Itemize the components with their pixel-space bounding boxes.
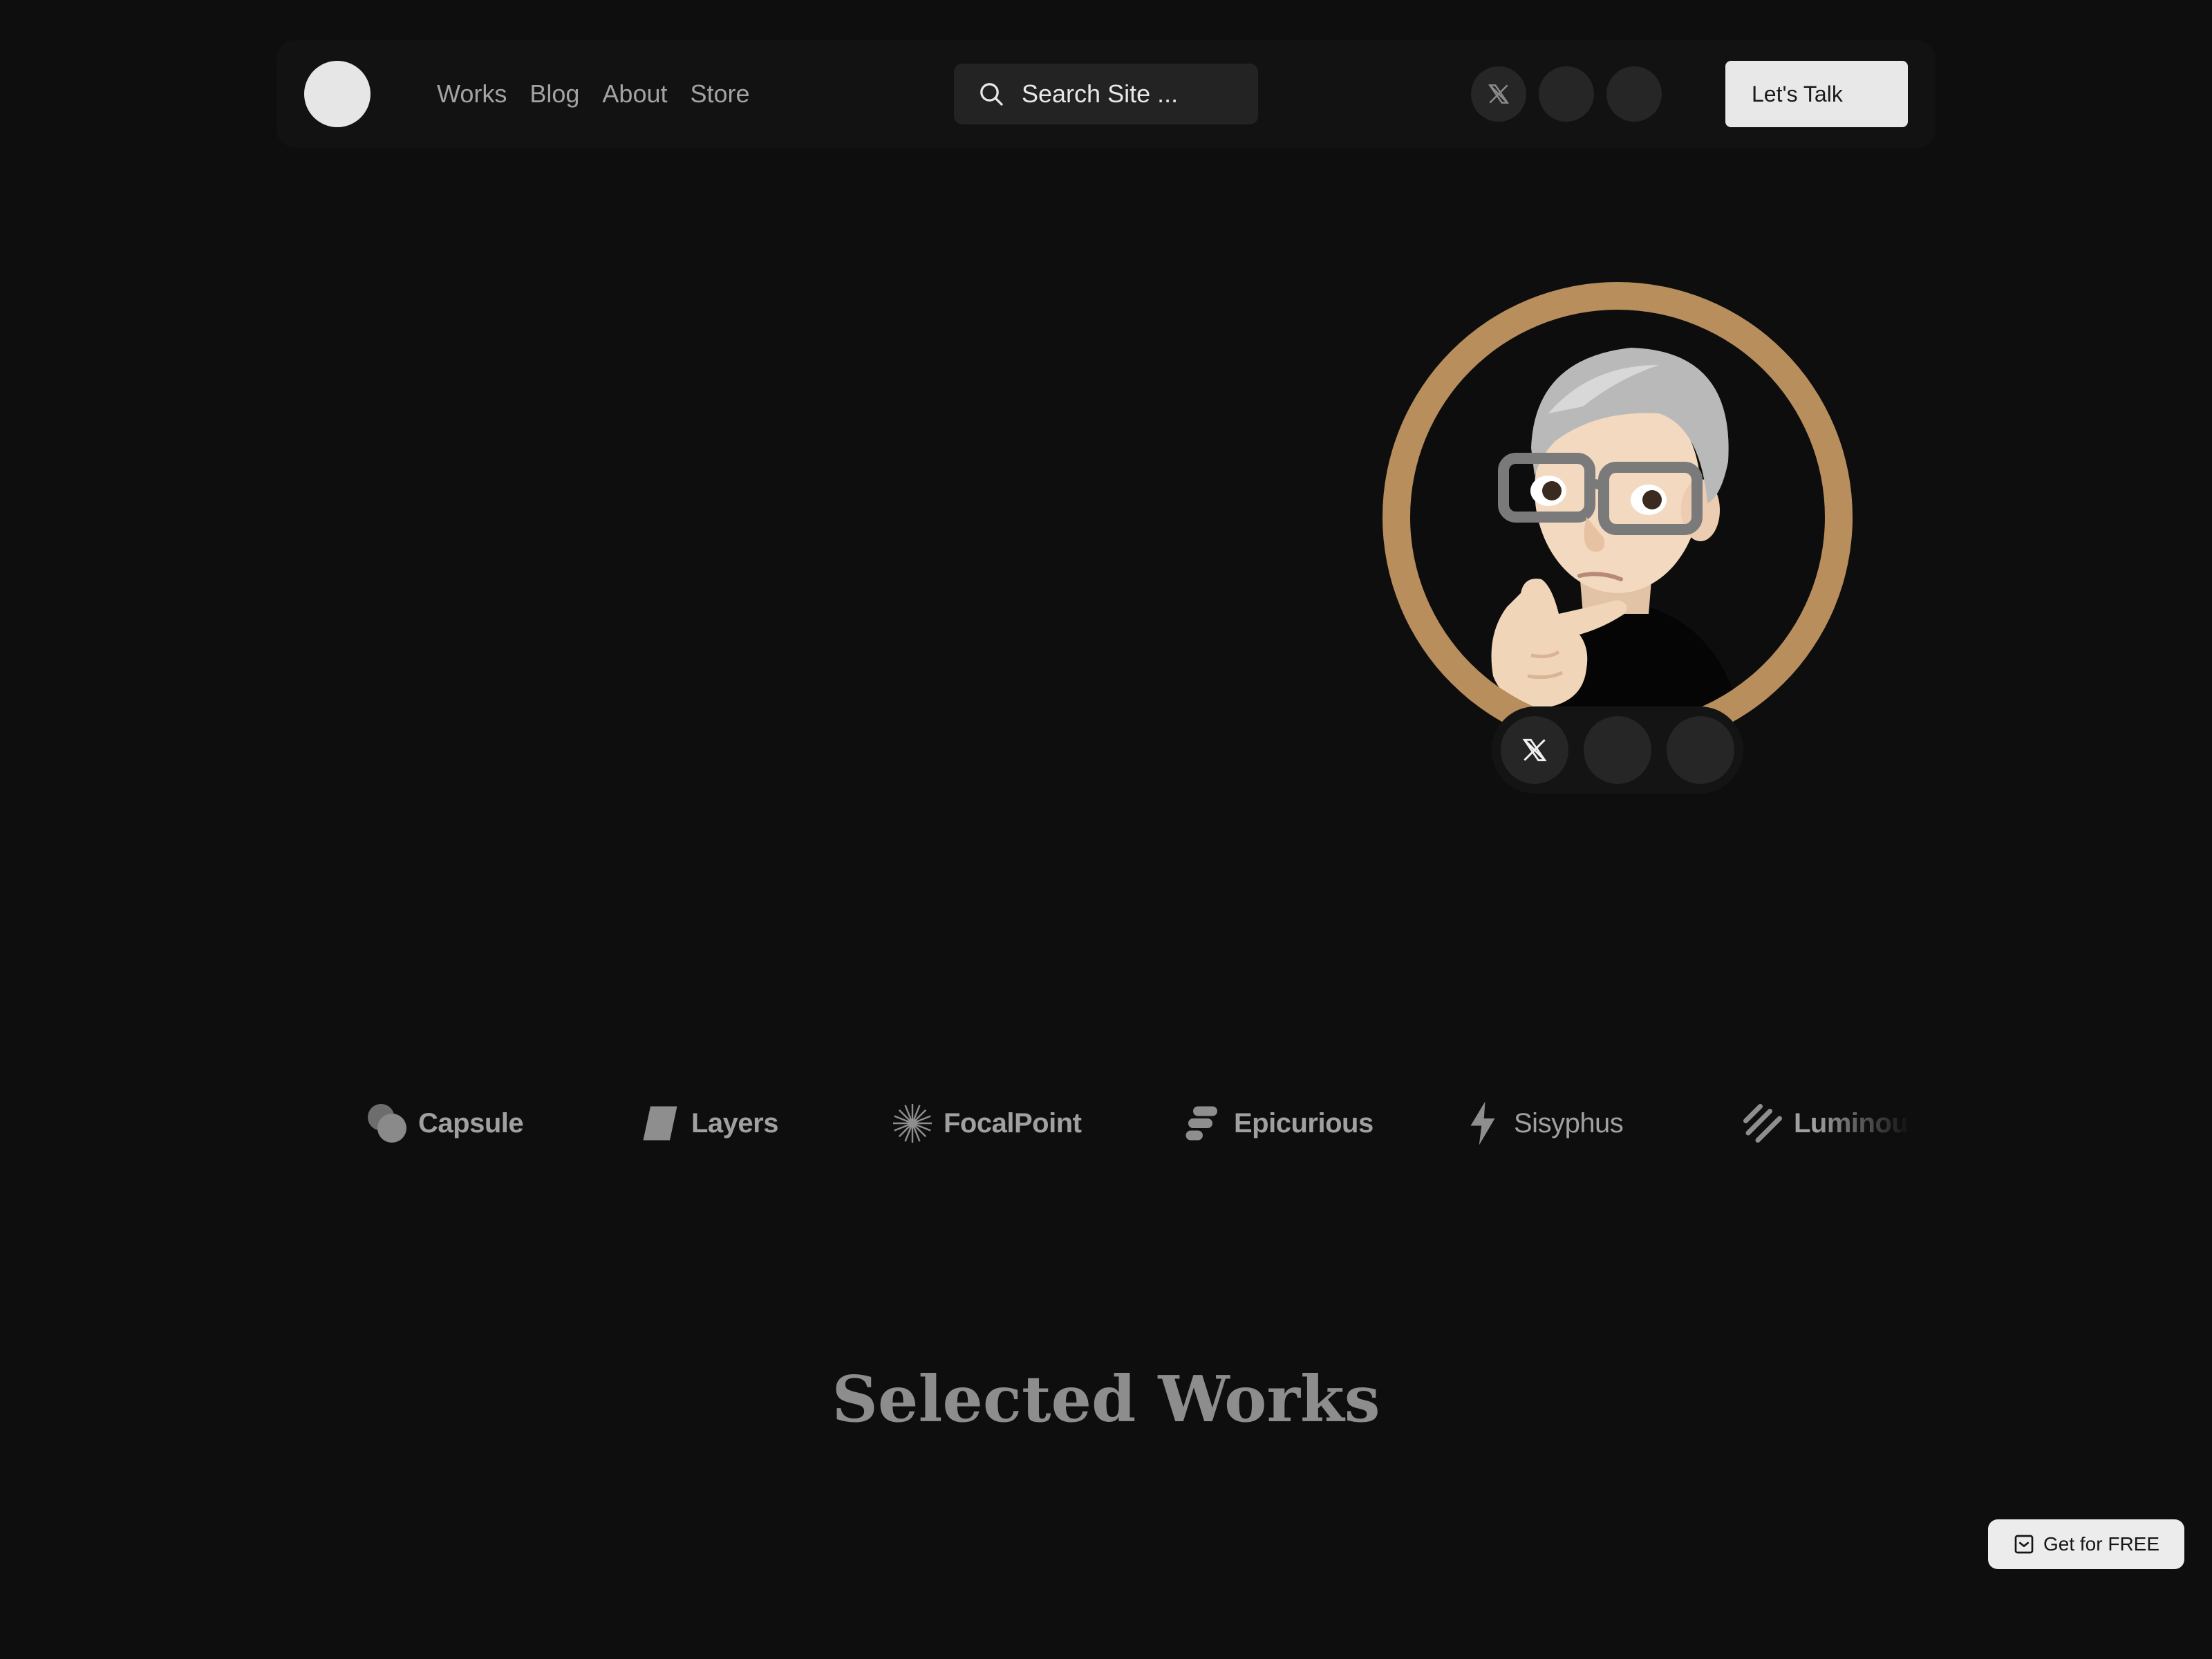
luminous-icon <box>1743 1104 1782 1143</box>
avatar-social-button-3[interactable] <box>1667 716 1734 784</box>
get-for-free-label: Get for FREE <box>2043 1533 2160 1555</box>
fade-overlay <box>1815 1092 1911 1154</box>
brand-label: Capsule <box>418 1107 524 1138</box>
search-box[interactable] <box>954 64 1258 124</box>
search-input[interactable] <box>1020 79 1241 109</box>
search-icon <box>980 83 1003 106</box>
avatar-x-social-button[interactable] <box>1501 716 1568 784</box>
nav-link-about[interactable]: About <box>602 79 667 109</box>
brand-logo-capsule: Capsule <box>363 1092 524 1154</box>
brand-label: FocalPoint <box>944 1107 1082 1138</box>
x-icon <box>1522 738 1547 762</box>
header-social-links <box>1471 66 1662 122</box>
get-for-free-button[interactable]: Get for FREE <box>1988 1519 2184 1569</box>
nav-link-works[interactable]: Works <box>437 79 507 109</box>
social-button-2[interactable] <box>1539 66 1594 122</box>
nav-link-blog[interactable]: Blog <box>529 79 579 109</box>
layers-icon <box>643 1106 677 1141</box>
section-title: Selected Works <box>832 1362 1380 1436</box>
x-icon <box>1488 84 1510 104</box>
client-logos-strip: Capsule Layers FocalPoint Epicurious Sis… <box>363 1092 1911 1154</box>
avatar-social-button-2[interactable] <box>1584 716 1651 784</box>
brand-label: Layers <box>691 1107 778 1138</box>
sisyphus-icon <box>1470 1101 1495 1145</box>
brand-label: Epicurious <box>1234 1107 1374 1138</box>
brand-logo-sisyphus: Sisyphus <box>1459 1092 1624 1154</box>
avatar-social-links <box>1492 706 1743 794</box>
capsule-icon <box>368 1104 406 1143</box>
nav-link-store[interactable]: Store <box>690 79 749 109</box>
memoji-avatar-image <box>1491 348 1742 724</box>
avatar-frame <box>1382 282 1853 752</box>
brand-label: Sisyphus <box>1514 1107 1624 1138</box>
inbox-icon <box>2014 1535 2034 1554</box>
nav-links: Works Blog About Store <box>437 40 750 148</box>
lets-talk-button[interactable]: Let's Talk <box>1725 61 1908 127</box>
brand-logo-epicurious: Epicurious <box>1179 1092 1374 1154</box>
site-logo[interactable] <box>304 61 371 127</box>
brand-logo-layers: Layers <box>636 1092 778 1154</box>
epicurious-icon <box>1185 1106 1217 1141</box>
x-social-button[interactable] <box>1471 66 1526 122</box>
brand-logo-focalpoint: FocalPoint <box>888 1092 1082 1154</box>
social-button-3[interactable] <box>1606 66 1662 122</box>
avatar <box>1410 310 1825 724</box>
focalpoint-icon <box>893 1104 932 1143</box>
top-navigation: Works Blog About Store Let's Talk <box>276 40 1936 148</box>
